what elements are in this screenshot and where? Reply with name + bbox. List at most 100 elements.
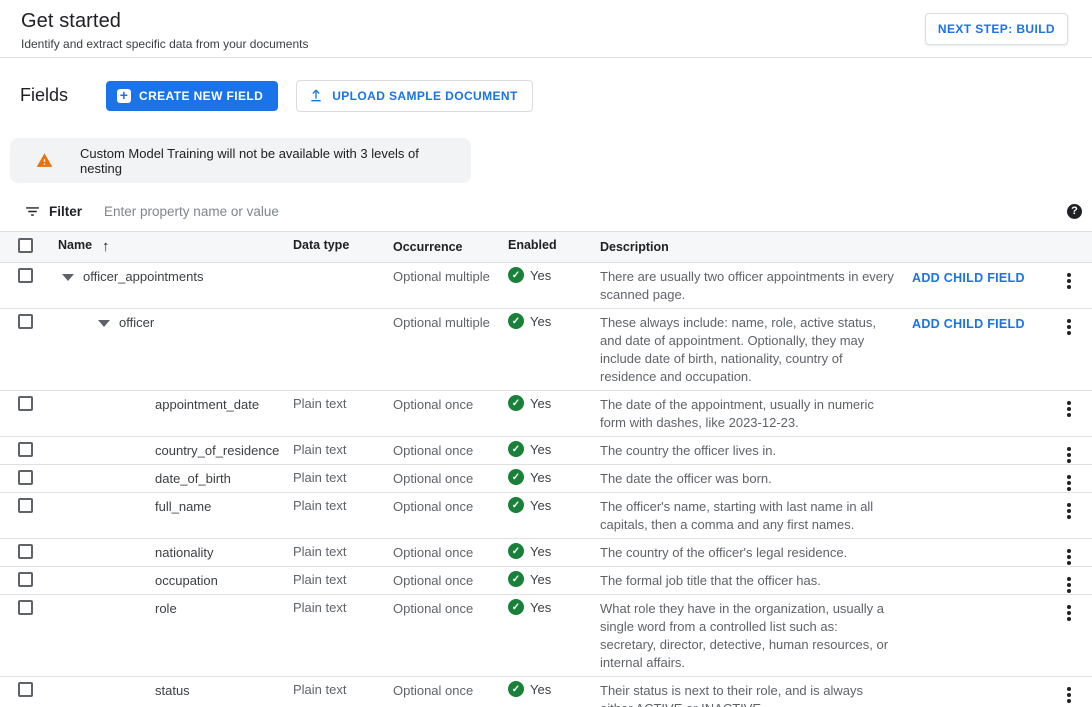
collapse-arrow-icon[interactable] (62, 274, 74, 281)
page-header-text: Get started Identify and extract specifi… (21, 10, 308, 51)
enabled-label: Yes (530, 268, 551, 283)
more-options-icon[interactable] (1067, 447, 1071, 451)
table-row: role Plain text Optional once ✓ Yes What… (0, 595, 1092, 677)
table-row: occupation Plain text Optional once ✓ Ye… (0, 567, 1092, 595)
field-description: Their status is next to their role, and … (600, 677, 910, 707)
enabled-check-icon: ✓ (508, 267, 524, 283)
enabled-check-icon: ✓ (508, 543, 524, 559)
field-description: The country of the officer's legal resid… (600, 539, 910, 566)
more-options-icon[interactable] (1067, 401, 1071, 405)
table-row: nationality Plain text Optional once ✓ Y… (0, 539, 1092, 567)
field-name: date_of_birth (155, 470, 231, 488)
table-row: officer Optional multiple ✓ Yes These al… (0, 309, 1092, 391)
table-row: appointment_date Plain text Optional onc… (0, 391, 1092, 437)
enabled-check-icon: ✓ (508, 441, 524, 457)
warning-icon (36, 152, 53, 169)
field-description: The country the officer lives in. (600, 437, 910, 464)
field-occurrence: Optional once (393, 677, 508, 704)
more-options-icon[interactable] (1067, 687, 1071, 691)
field-occurrence: Optional multiple (393, 263, 508, 290)
enabled-check-icon: ✓ (508, 497, 524, 513)
field-description: The date of the appointment, usually in … (600, 391, 910, 436)
field-name: appointment_date (155, 396, 259, 414)
add-child-field-button[interactable]: ADD CHILD FIELD (912, 317, 1025, 331)
field-name: officer_appointments (83, 268, 203, 286)
table-body: officer_appointments Optional multiple ✓… (0, 263, 1092, 707)
column-header-name[interactable]: Name (58, 238, 92, 252)
enabled-label: Yes (530, 498, 551, 513)
row-checkbox[interactable] (18, 396, 33, 411)
row-checkbox[interactable] (18, 442, 33, 457)
more-options-icon[interactable] (1067, 605, 1071, 609)
field-name: occupation (155, 572, 218, 590)
field-occurrence: Optional once (393, 437, 508, 464)
sort-ascending-icon[interactable]: ↑ (102, 238, 110, 255)
next-step-build-button[interactable]: NEXT STEP: BUILD (925, 13, 1068, 45)
field-occurrence: Optional once (393, 493, 508, 520)
enabled-check-icon: ✓ (508, 313, 524, 329)
create-new-field-button[interactable]: + CREATE NEW FIELD (106, 81, 278, 111)
enabled-label: Yes (530, 314, 551, 329)
filter-label: Filter (49, 204, 82, 219)
row-checkbox[interactable] (18, 268, 33, 283)
table-row: full_name Plain text Optional once ✓ Yes… (0, 493, 1092, 539)
help-icon[interactable]: ? (1067, 204, 1082, 219)
field-data-type: Plain text (293, 493, 393, 517)
row-checkbox[interactable] (18, 544, 33, 559)
enabled-check-icon: ✓ (508, 571, 524, 587)
more-options-icon[interactable] (1067, 475, 1071, 479)
create-new-field-label: CREATE NEW FIELD (139, 89, 263, 103)
row-checkbox[interactable] (18, 470, 33, 485)
filter-input[interactable] (104, 204, 1059, 219)
field-name: officer (119, 314, 154, 332)
field-occurrence: Optional once (393, 567, 508, 594)
upload-sample-document-label: UPLOAD SAMPLE DOCUMENT (332, 89, 517, 103)
add-child-field-button[interactable]: ADD CHILD FIELD (912, 271, 1025, 285)
fields-section-title: Fields (20, 85, 68, 106)
row-checkbox[interactable] (18, 572, 33, 587)
more-options-icon[interactable] (1067, 273, 1071, 277)
field-description: There are usually two officer appointmen… (600, 263, 910, 308)
more-options-icon[interactable] (1067, 549, 1071, 553)
filter-icon (24, 203, 41, 220)
table-row: officer_appointments Optional multiple ✓… (0, 263, 1092, 309)
field-name: full_name (155, 498, 211, 516)
enabled-check-icon: ✓ (508, 395, 524, 411)
field-occurrence: Optional once (393, 465, 508, 492)
row-checkbox[interactable] (18, 600, 33, 615)
table-row: country_of_residence Plain text Optional… (0, 437, 1092, 465)
field-data-type (293, 263, 393, 272)
field-data-type: Plain text (293, 465, 393, 489)
more-options-icon[interactable] (1067, 503, 1071, 507)
table-row: date_of_birth Plain text Optional once ✓… (0, 465, 1092, 493)
select-all-checkbox[interactable] (18, 238, 33, 253)
row-checkbox[interactable] (18, 682, 33, 697)
enabled-label: Yes (530, 442, 551, 457)
field-name: nationality (155, 544, 214, 562)
row-checkbox[interactable] (18, 498, 33, 513)
enabled-label: Yes (530, 470, 551, 485)
field-occurrence: Optional once (393, 595, 508, 622)
field-data-type: Plain text (293, 539, 393, 563)
add-box-icon: + (117, 89, 131, 103)
field-name: status (155, 682, 190, 700)
more-options-icon[interactable] (1067, 577, 1071, 581)
field-description: The officer's name, starting with last n… (600, 493, 910, 538)
enabled-check-icon: ✓ (508, 599, 524, 615)
column-header-occurrence: Occurrence (393, 232, 508, 262)
field-data-type: Plain text (293, 595, 393, 619)
table-row: status Plain text Optional once ✓ Yes Th… (0, 677, 1092, 707)
upload-sample-document-button[interactable]: UPLOAD SAMPLE DOCUMENT (296, 80, 532, 112)
enabled-label: Yes (530, 572, 551, 587)
collapse-arrow-icon[interactable] (98, 320, 110, 327)
fields-table: Name ↑ Data type Occurrence Enabled Desc… (0, 231, 1092, 707)
row-checkbox[interactable] (18, 314, 33, 329)
more-options-icon[interactable] (1067, 319, 1071, 323)
upload-icon (308, 88, 324, 104)
enabled-check-icon: ✓ (508, 469, 524, 485)
field-data-type: Plain text (293, 391, 393, 415)
enabled-label: Yes (530, 682, 551, 697)
field-data-type: Plain text (293, 437, 393, 461)
table-header-row: Name ↑ Data type Occurrence Enabled Desc… (0, 231, 1092, 263)
column-header-enabled: Enabled (508, 232, 600, 258)
